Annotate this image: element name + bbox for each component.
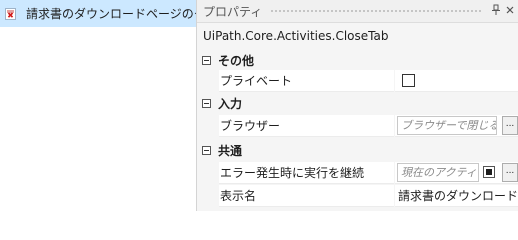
property-row-display-name: 表示名 請求書のダウンロードペー <box>197 185 518 207</box>
collapse-toggle-icon[interactable] <box>202 145 211 155</box>
close-tab-icon: ✖ <box>5 7 16 20</box>
private-checkbox[interactable] <box>402 74 415 87</box>
property-value: ブラウザーで閉じるタ ... <box>395 115 518 137</box>
properties-panel: プロパティ UiPath.Core.Activities.CloseTab その… <box>196 0 518 211</box>
browser-input[interactable]: ブラウザーで閉じるタ <box>397 116 497 135</box>
activity-type-name: UiPath.Core.Activities.CloseTab <box>203 29 389 43</box>
panel-title: プロパティ <box>203 4 263 19</box>
category-input: 入力 <box>197 94 518 112</box>
property-row-private: プライベート <box>197 70 518 92</box>
close-icon[interactable] <box>503 4 517 18</box>
activity-label: 請求書のダウンロードページのタ <box>26 7 196 21</box>
collapse-toggle-icon[interactable] <box>202 55 211 65</box>
collapse-toggle-icon[interactable] <box>202 98 211 108</box>
value-toggle-button[interactable] <box>483 166 495 178</box>
property-name: 表示名 <box>219 185 394 207</box>
continue-on-error-ellipsis-button[interactable]: ... <box>502 163 518 182</box>
property-name: ブラウザー <box>219 115 394 137</box>
property-name: プライベート <box>219 70 394 92</box>
category-label: 共通 <box>218 143 243 158</box>
property-name: エラー発生時に実行を継続 <box>219 162 394 184</box>
display-name-value[interactable]: 請求書のダウンロードペー <box>398 185 518 207</box>
drag-grip[interactable] <box>270 8 483 14</box>
property-value <box>395 70 518 92</box>
category-label: 入力 <box>218 96 243 111</box>
panel-header: プロパティ <box>197 0 518 23</box>
category-common: 共通 <box>197 141 518 159</box>
browser-ellipsis-button[interactable]: ... <box>502 116 518 135</box>
activity-item-close-tab[interactable]: ✖ 請求書のダウンロードページのタ <box>0 0 196 27</box>
continue-on-error-input[interactable]: 現在のアクティ <box>397 163 479 182</box>
property-row-browser: ブラウザー ブラウザーで閉じるタ ... <box>197 115 518 137</box>
category-label: その他 <box>218 53 255 68</box>
property-row-continue-on-error: エラー発生時に実行を継続 現在のアクティ ... <box>197 162 518 184</box>
property-value: 現在のアクティ ... <box>395 162 518 184</box>
activity-tree: ✖ 請求書のダウンロードページのタ <box>0 0 196 211</box>
category-misc: その他 <box>197 51 518 69</box>
pin-icon[interactable] <box>489 4 503 19</box>
property-value: 請求書のダウンロードペー <box>395 185 518 207</box>
